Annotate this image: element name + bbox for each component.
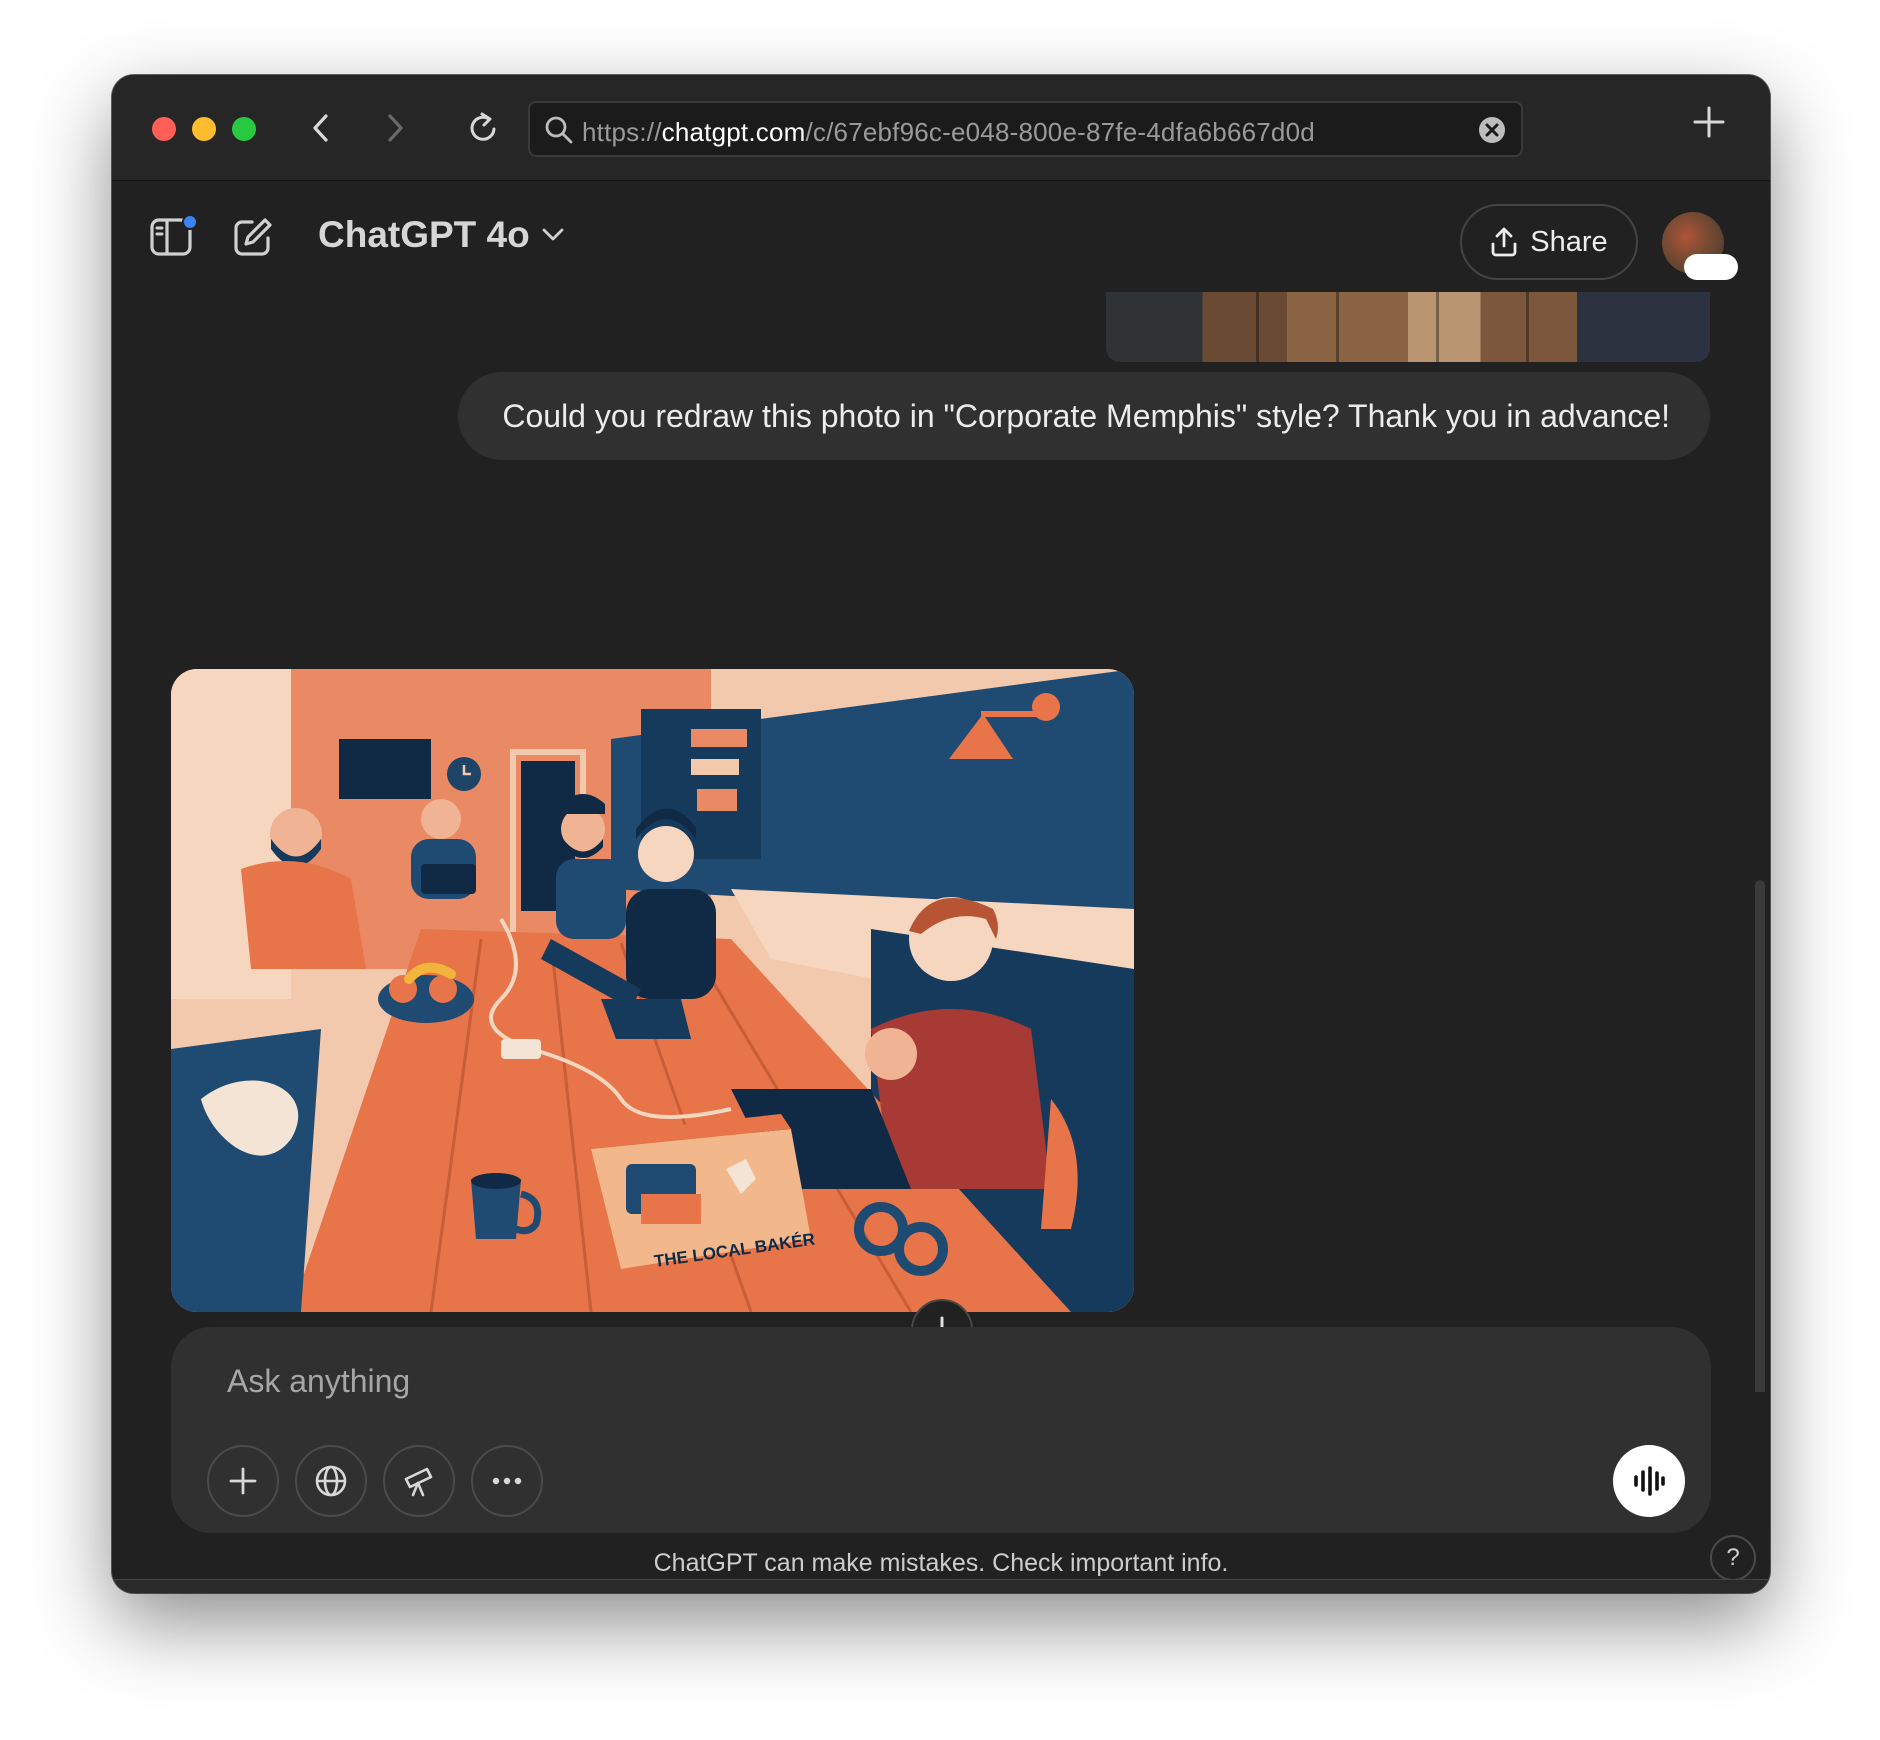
globe-icon	[315, 1465, 347, 1497]
help-button[interactable]: ?	[1710, 1535, 1756, 1581]
url-scheme: https://	[582, 117, 662, 147]
chat-header: ChatGPT 4o Share	[112, 182, 1770, 292]
plus-icon	[1693, 106, 1725, 138]
attach-button[interactable]	[207, 1445, 279, 1517]
disclaimer-text: ChatGPT can make mistakes. Check importa…	[653, 1549, 1229, 1577]
url-path: /c/67ebf96c-e048-800e-87fe-4dfa6b667d0d	[805, 117, 1315, 147]
message-composer[interactable]: Ask anything	[171, 1327, 1711, 1533]
address-bar[interactable]: https://chatgpt.com/c/67ebf96c-e048-800e…	[528, 101, 1523, 157]
minimize-window-button[interactable]	[192, 117, 216, 141]
url-text: https://chatgpt.com/c/67ebf96c-e048-800e…	[582, 117, 1315, 148]
forward-icon	[388, 114, 403, 142]
back-button[interactable]	[298, 105, 344, 151]
voice-mode-button[interactable]	[1613, 1445, 1685, 1517]
browser-toolbar: https://chatgpt.com/c/67ebf96c-e048-800e…	[112, 75, 1770, 181]
deep-research-button[interactable]	[383, 1445, 455, 1517]
plus-icon	[229, 1467, 257, 1495]
more-icon	[492, 1477, 522, 1485]
user-attached-photo[interactable]	[1106, 292, 1710, 362]
compose-icon	[234, 218, 272, 256]
close-icon[interactable]	[1477, 115, 1507, 145]
search-web-button[interactable]	[295, 1445, 367, 1517]
reload-icon	[470, 112, 496, 141]
generated-image[interactable]: THE LOCAL BAKÉR	[171, 669, 1134, 1312]
voice-icon	[1634, 1466, 1665, 1496]
corporate-memphis-illustration: THE LOCAL BAKÉR	[171, 669, 1134, 1312]
user-message-text: Could you redraw this photo in "Corporat…	[502, 397, 1670, 434]
conversation-area: Could you redraw this photo in "Corporat…	[112, 292, 1770, 1392]
telescope-icon	[404, 1467, 433, 1497]
close-window-button[interactable]	[152, 117, 176, 141]
share-button[interactable]: Share	[1460, 204, 1638, 280]
model-selector[interactable]: ChatGPT 4o	[318, 214, 564, 256]
search-icon	[545, 116, 573, 144]
window-bottom-edge	[112, 1579, 1770, 1593]
new-chat-button[interactable]	[232, 216, 274, 263]
avatar-redaction	[1684, 254, 1738, 280]
share-label: Share	[1530, 225, 1608, 258]
forward-button[interactable]	[372, 105, 418, 151]
share-icon	[1491, 227, 1517, 257]
user-message-bubble: Could you redraw this photo in "Corporat…	[458, 372, 1710, 460]
more-tools-button[interactable]	[471, 1445, 543, 1517]
browser-window: https://chatgpt.com/c/67ebf96c-e048-800e…	[112, 75, 1770, 1593]
maximize-window-button[interactable]	[232, 117, 256, 141]
notification-badge	[182, 214, 198, 230]
scrollbar[interactable]	[1755, 880, 1765, 1392]
reload-button[interactable]	[460, 105, 506, 151]
message-input[interactable]: Ask anything	[227, 1363, 410, 1400]
new-tab-button[interactable]	[1692, 105, 1726, 144]
model-title: ChatGPT 4o	[318, 214, 530, 255]
url-host: chatgpt.com	[661, 117, 806, 147]
chevron-down-icon	[542, 228, 564, 241]
back-icon	[313, 114, 328, 142]
